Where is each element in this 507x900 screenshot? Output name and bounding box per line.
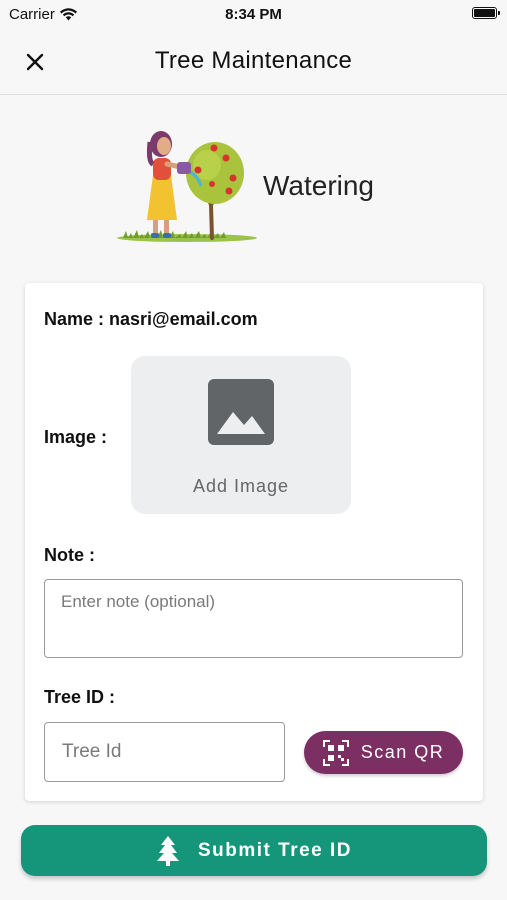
battery-icon bbox=[472, 7, 500, 19]
scan-qr-label: Scan QR bbox=[360, 742, 445, 762]
tree-id-input[interactable] bbox=[44, 722, 285, 782]
activity-hero: Watering bbox=[115, 120, 415, 250]
page-title: Tree Maintenance bbox=[154, 47, 353, 74]
image-label: Image : bbox=[44, 427, 108, 447]
qr-code-icon bbox=[322, 739, 349, 766]
activity-title: Watering bbox=[263, 170, 375, 201]
scan-qr-button[interactable]: Scan QR bbox=[304, 731, 463, 774]
watering-illustration bbox=[117, 131, 257, 242]
app-bar: Tree Maintenance bbox=[0, 30, 507, 95]
submit-label: Submit Tree ID bbox=[197, 839, 353, 861]
tree-icon bbox=[156, 835, 179, 866]
add-image-label: Add Image bbox=[192, 476, 290, 496]
status-bar: Carrier 8:34 PM bbox=[0, 0, 507, 30]
maintenance-form-card: Name : nasri@email.com Image : Add Image… bbox=[25, 283, 483, 801]
image-placeholder-icon bbox=[208, 379, 274, 445]
status-time: 8:34 PM bbox=[225, 6, 282, 23]
note-label: Note : bbox=[44, 545, 95, 565]
tree-id-label: Tree ID : bbox=[44, 687, 116, 707]
name-label: Name : nasri@email.com bbox=[44, 309, 258, 329]
submit-tree-id-button[interactable]: Submit Tree ID bbox=[21, 825, 487, 876]
note-input[interactable] bbox=[44, 579, 463, 658]
add-image-button[interactable]: Add Image bbox=[131, 356, 351, 514]
